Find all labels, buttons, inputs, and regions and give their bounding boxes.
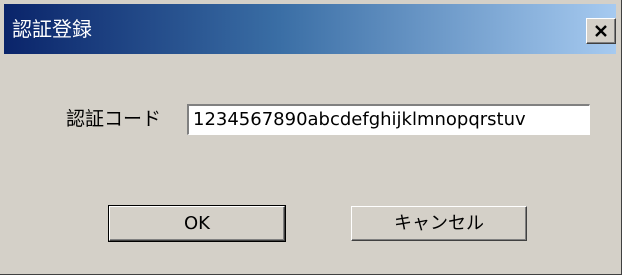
ok-button[interactable]: OK <box>108 205 286 242</box>
auth-code-input[interactable]: 1234567890abcdefghijklmnopqrstuv <box>186 103 591 136</box>
close-button[interactable] <box>586 18 616 44</box>
cancel-button[interactable]: キャンセル <box>351 206 527 241</box>
auth-code-label: 認証コード <box>66 108 162 130</box>
dialog-title: 認証登録 <box>12 17 92 41</box>
auth-registration-dialog: 認証登録 認証コード 1234567890abcdefghijklmnopqrs… <box>0 0 622 275</box>
close-icon <box>595 25 607 37</box>
title-bar: 認証登録 <box>4 4 616 54</box>
